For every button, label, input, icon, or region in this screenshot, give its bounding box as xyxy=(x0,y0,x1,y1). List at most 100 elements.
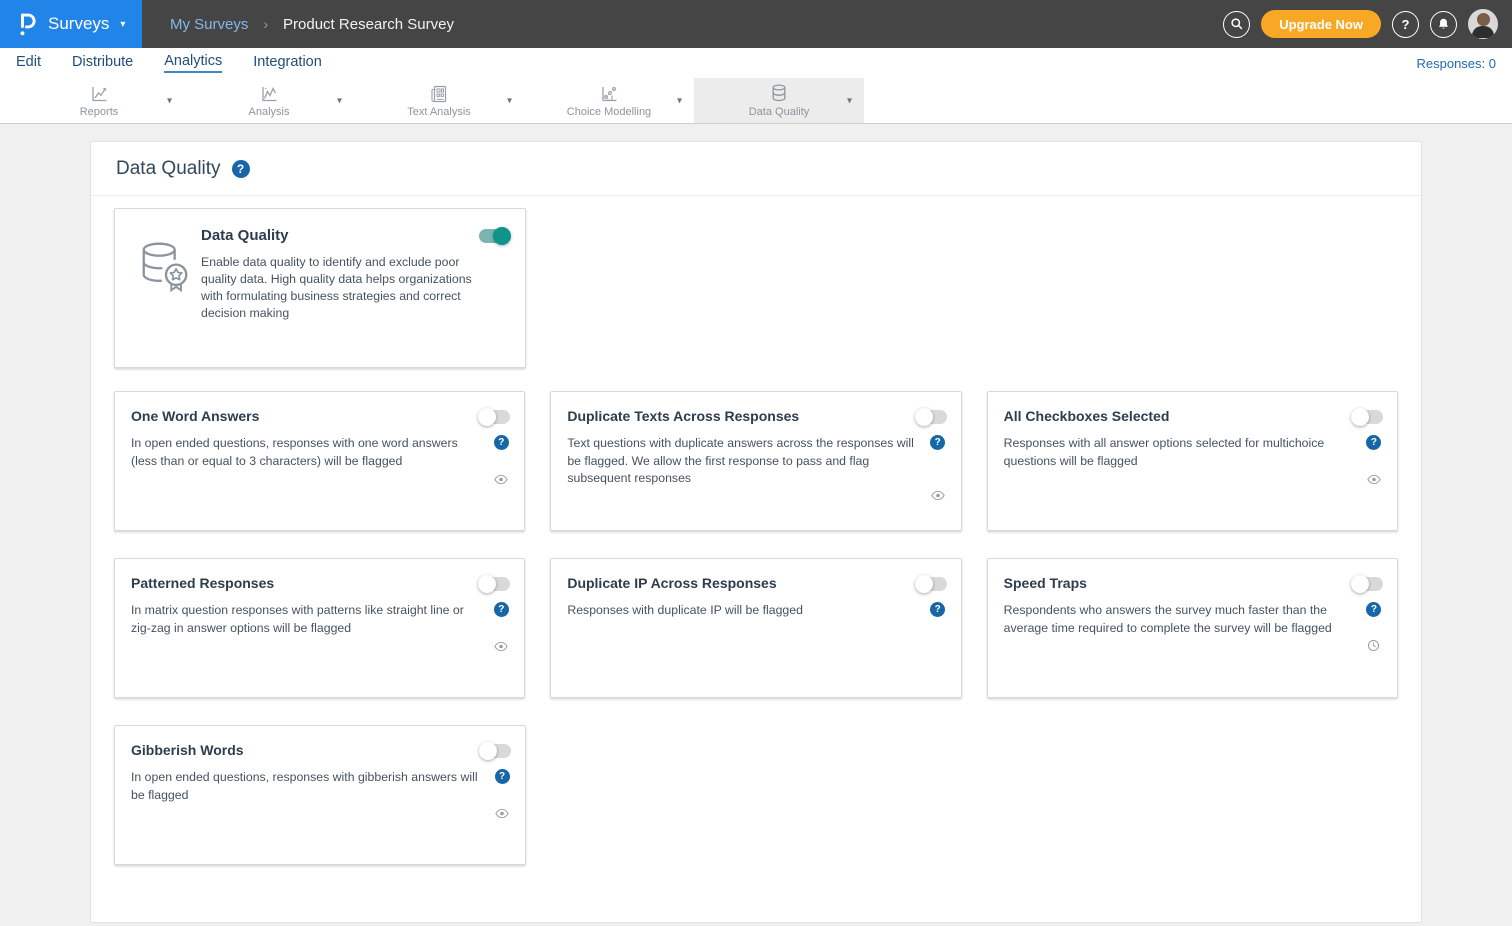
question-mark-glyph: ? xyxy=(498,604,504,615)
avatar-head xyxy=(1477,13,1490,26)
breadcrumb-separator-icon: › xyxy=(263,16,268,32)
nav-tab-analytics[interactable]: Analytics xyxy=(164,53,222,73)
text-analysis-icon xyxy=(429,84,449,104)
notifications-button[interactable] xyxy=(1430,11,1457,38)
card-icon-rail: ? xyxy=(492,602,510,685)
chevron-down-icon[interactable]: ▾ xyxy=(337,95,342,106)
nav-tab-integration[interactable]: Integration xyxy=(253,54,322,72)
toggle-knob xyxy=(1351,408,1369,426)
preview-eye-icon[interactable] xyxy=(1367,472,1381,490)
card-title: Duplicate Texts Across Responses xyxy=(567,408,799,424)
product-name: Surveys xyxy=(48,14,109,34)
tab-label: Data Quality xyxy=(749,106,810,118)
speed-traps-toggle[interactable] xyxy=(1353,577,1383,591)
chevron-down-icon[interactable]: ▾ xyxy=(507,95,512,106)
breadcrumb-my-surveys[interactable]: My Surveys xyxy=(170,16,248,33)
patterned-responses-toggle[interactable] xyxy=(480,577,510,591)
card-description: Text questions with duplicate answers ac… xyxy=(567,435,928,518)
card-speed-traps: Speed Traps Respondents who answers the … xyxy=(987,558,1398,698)
icon-column xyxy=(129,227,201,353)
gibberish-words-toggle[interactable] xyxy=(481,744,511,758)
page-help-icon[interactable]: ? xyxy=(232,160,250,178)
card-icon-rail: ? xyxy=(929,435,947,518)
upgrade-now-button[interactable]: Upgrade Now xyxy=(1261,10,1381,38)
help-icon[interactable]: ? xyxy=(495,769,510,784)
help-icon[interactable]: ? xyxy=(930,435,945,450)
one-word-answers-toggle[interactable] xyxy=(480,410,510,424)
card-icon-rail: ? xyxy=(929,602,947,685)
panel-body: Data Quality Enable data quality to iden… xyxy=(91,196,1421,922)
card-description: Respondents who answers the survey much … xyxy=(1004,602,1365,685)
tab-analysis[interactable]: Analysis ▾ xyxy=(184,78,354,123)
card-all-checkboxes: All Checkboxes Selected Responses with a… xyxy=(987,391,1398,531)
nav-tab-distribute[interactable]: Distribute xyxy=(72,54,133,72)
database-icon xyxy=(769,83,789,104)
product-switcher[interactable]: Surveys ▾ xyxy=(0,0,142,48)
topbar: Surveys ▾ My Surveys › Product Research … xyxy=(0,0,1512,48)
data-quality-toggle[interactable] xyxy=(479,229,509,243)
card-one-word-answers: One Word Answers In open ended questions… xyxy=(114,391,525,531)
tab-label: Reports xyxy=(80,106,119,118)
card-description: Responses with all answer options select… xyxy=(1004,435,1365,518)
question-mark-glyph: ? xyxy=(935,437,941,448)
toggle-knob xyxy=(915,575,933,593)
question-mark-icon: ? xyxy=(1402,17,1410,32)
card-title: Duplicate IP Across Responses xyxy=(567,575,776,591)
question-mark-glyph: ? xyxy=(498,437,504,448)
tab-data-quality[interactable]: Data Quality ▾ xyxy=(694,78,864,123)
card-duplicate-ip: Duplicate IP Across Responses Responses … xyxy=(550,558,961,698)
tab-text-analysis[interactable]: Text Analysis ▾ xyxy=(354,78,524,123)
card-icon-rail: ? xyxy=(493,769,511,852)
user-avatar[interactable] xyxy=(1468,9,1498,39)
all-checkboxes-toggle[interactable] xyxy=(1353,410,1383,424)
nav-tab-edit[interactable]: Edit xyxy=(16,54,41,72)
card-title: Gibberish Words xyxy=(131,742,244,758)
chevron-down-icon[interactable]: ▾ xyxy=(677,95,682,106)
search-button[interactable] xyxy=(1223,11,1250,38)
chevron-down-icon: ▾ xyxy=(120,19,125,30)
breadcrumb-current-survey: Product Research Survey xyxy=(283,16,454,33)
help-icon[interactable]: ? xyxy=(930,602,945,617)
preview-eye-icon[interactable] xyxy=(495,806,509,824)
question-mark-glyph: ? xyxy=(935,604,941,615)
preview-eye-icon[interactable] xyxy=(494,639,508,657)
questionpro-logo-icon xyxy=(17,11,39,37)
text-column: Data Quality Enable data quality to iden… xyxy=(201,227,509,353)
chevron-down-icon[interactable]: ▾ xyxy=(847,95,852,106)
bell-icon xyxy=(1437,17,1450,31)
analysis-chart-icon xyxy=(259,84,280,104)
card-description: Enable data quality to identify and excl… xyxy=(201,254,486,322)
responses-count: Responses: 0 xyxy=(1417,56,1497,71)
card-patterned-responses: Patterned Responses In matrix question r… xyxy=(114,558,525,698)
card-gibberish-words: Gibberish Words In open ended questions,… xyxy=(114,725,526,865)
search-icon xyxy=(1230,17,1244,31)
preview-eye-icon[interactable] xyxy=(931,488,945,506)
card-duplicate-texts: Duplicate Texts Across Responses Text qu… xyxy=(550,391,961,531)
toggle-knob xyxy=(1351,575,1369,593)
tab-reports[interactable]: Reports ▾ xyxy=(14,78,184,123)
analytics-toolbar: Reports ▾ Analysis ▾ Text Analysis ▾ xyxy=(0,78,1512,124)
card-description: In open ended questions, responses with … xyxy=(131,435,492,518)
help-icon[interactable]: ? xyxy=(494,602,509,617)
duplicate-texts-toggle[interactable] xyxy=(917,410,947,424)
chevron-down-icon[interactable]: ▾ xyxy=(167,95,172,106)
help-icon[interactable]: ? xyxy=(1366,602,1381,617)
question-mark-glyph: ? xyxy=(499,771,505,782)
help-button[interactable]: ? xyxy=(1392,11,1419,38)
help-icon[interactable]: ? xyxy=(494,435,509,450)
section-nav: Edit Distribute Analytics Integration Re… xyxy=(0,48,1512,78)
preview-eye-icon[interactable] xyxy=(494,472,508,490)
reports-chart-icon xyxy=(89,84,110,104)
tab-label: Choice Modelling xyxy=(567,106,651,118)
card-title: One Word Answers xyxy=(131,408,259,424)
toggle-knob xyxy=(478,408,496,426)
duplicate-ip-toggle[interactable] xyxy=(917,577,947,591)
tab-choice-modelling[interactable]: Choice Modelling ▾ xyxy=(524,78,694,123)
clock-icon[interactable] xyxy=(1367,639,1380,657)
panel-header: Data Quality ? xyxy=(91,142,1421,196)
data-quality-panel: Data Quality ? xyxy=(90,141,1422,923)
page-title: Data Quality xyxy=(116,158,221,180)
card-description: Responses with duplicate IP will be flag… xyxy=(567,602,928,685)
cards-row-3: Gibberish Words In open ended questions,… xyxy=(114,725,1398,865)
help-icon[interactable]: ? xyxy=(1366,435,1381,450)
